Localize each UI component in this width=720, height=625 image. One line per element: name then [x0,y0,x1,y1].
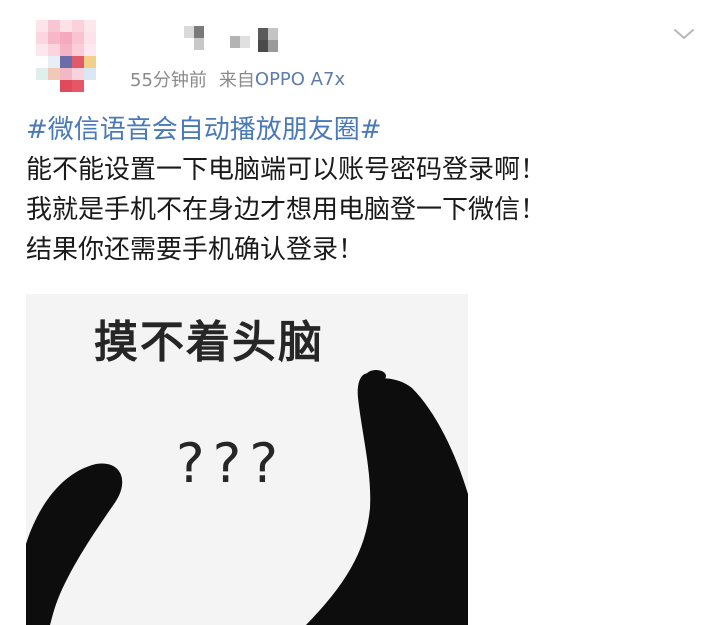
post-time: 55分钟前 [130,70,207,91]
avatar[interactable] [36,20,110,94]
meme-question-marks: ??? [176,432,286,495]
post-body: #微信语音会自动播放朋友圈# 能不能设置一下电脑端可以账号密码登录啊！ 我就是手… [26,110,706,270]
post-source-prefix: 来自 [218,70,255,91]
meme-image[interactable]: 摸不着头脑 ??? [26,294,468,625]
post-line: 我就是手机不在身边才想用电脑登一下微信！ [26,195,547,225]
post-line: 能不能设置一下电脑端可以账号密码登录啊！ [26,155,547,185]
post-meta: 55分钟前 来自 OPPO A7x [130,66,345,92]
topic-link[interactable]: #微信语音会自动播放朋友圈# [26,110,706,150]
post-device[interactable]: OPPO A7x [255,69,345,90]
username[interactable] [170,26,290,54]
meme-caption: 摸不着头脑 [94,317,324,368]
post-line: 结果你还需要手机确认登录！ [26,235,365,265]
chevron-down-icon[interactable] [672,24,696,44]
